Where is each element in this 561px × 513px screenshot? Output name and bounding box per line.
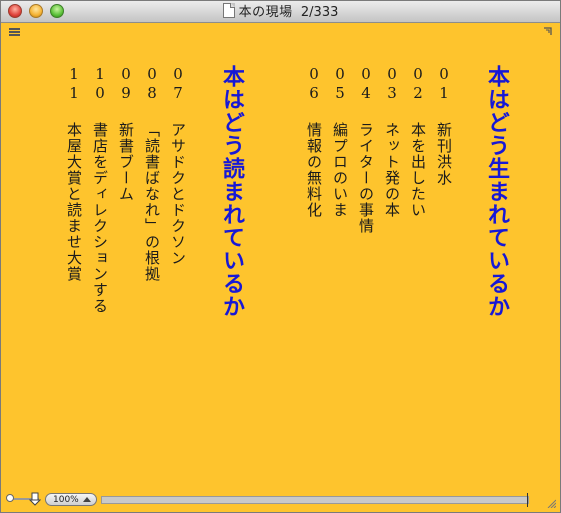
toc-item[interactable]: 08 「読書ばなれ」の根拠 — [143, 65, 161, 282]
status-bar: 100% — [1, 490, 560, 512]
section-heading-2: 本はどう読まれているか — [219, 65, 244, 318]
toc-title: 本を出したい — [409, 122, 427, 218]
toc-number: 02 — [409, 65, 427, 103]
toc-number: 03 — [383, 65, 401, 103]
toc-item[interactable]: 11 本屋大賞と読ませ大賞 — [65, 65, 83, 282]
section-heading-1: 本はどう生まれているか — [484, 65, 509, 318]
page-indicator: 2/333 — [300, 5, 339, 20]
page-turn-icon[interactable] — [29, 492, 41, 506]
document-icon — [222, 3, 235, 18]
reader-window: 本の現場 2/333 本はどう生まれているか 01 新刊洪水 02 本を出したい… — [0, 0, 561, 513]
toc-item[interactable]: 10 書店をディレクションする — [91, 65, 109, 314]
toc-item[interactable]: 01 新刊洪水 — [435, 65, 453, 186]
toc-number: 07 — [169, 65, 187, 103]
title-bar[interactable]: 本の現場 2/333 — [1, 1, 560, 23]
toc-number: 01 — [435, 65, 453, 103]
toc-number: 06 — [305, 65, 323, 103]
toc-title: 新書ブーム — [117, 122, 135, 202]
zoom-select[interactable]: 100% — [45, 493, 97, 506]
toc-title: 新刊洪水 — [435, 122, 453, 186]
toc-number: 05 — [331, 65, 349, 103]
toc-number: 04 — [357, 65, 375, 103]
toc-title: ライターの事情 — [357, 122, 375, 234]
toc-title: 編プロのいま — [331, 122, 349, 218]
zoom-slider-knob[interactable] — [6, 494, 14, 502]
toc-number: 10 — [91, 65, 109, 103]
page-content: 本はどう生まれているか 01 新刊洪水 02 本を出したい 03 ネット発の本 … — [1, 23, 560, 489]
zoom-label: 100% — [53, 495, 79, 505]
toc-number: 11 — [65, 65, 83, 103]
toc-item[interactable]: 04 ライターの事情 — [357, 65, 375, 234]
toc-title: 本屋大賞と読ませ大賞 — [65, 122, 83, 282]
toc-title: 書店をディレクションする — [91, 122, 109, 314]
toc-item[interactable]: 03 ネット発の本 — [383, 65, 401, 218]
page-scrollbar[interactable] — [101, 496, 529, 504]
resize-grip-icon[interactable] — [546, 498, 556, 508]
toc-title: ネット発の本 — [383, 122, 401, 218]
toc-item[interactable]: 05 編プロのいま — [331, 65, 349, 218]
toc-title: アサドクとドクソン — [169, 122, 187, 266]
toc-item[interactable]: 02 本を出したい — [409, 65, 427, 218]
chevron-up-icon — [83, 497, 91, 502]
scrollbar-end-marker — [527, 493, 528, 507]
toc-title: 情報の無料化 — [305, 122, 323, 218]
toc-number: 08 — [143, 65, 161, 103]
toc-number: 09 — [117, 65, 135, 103]
toc-title: 「読書ばなれ」の根拠 — [143, 122, 161, 282]
toc-item[interactable]: 09 新書ブーム — [117, 65, 135, 202]
window-title: 本の現場 2/333 — [1, 3, 560, 20]
toc-item[interactable]: 06 情報の無料化 — [305, 65, 323, 218]
title-text: 本の現場 — [238, 5, 293, 20]
toc-item[interactable]: 07 アサドクとドクソン — [169, 65, 187, 266]
